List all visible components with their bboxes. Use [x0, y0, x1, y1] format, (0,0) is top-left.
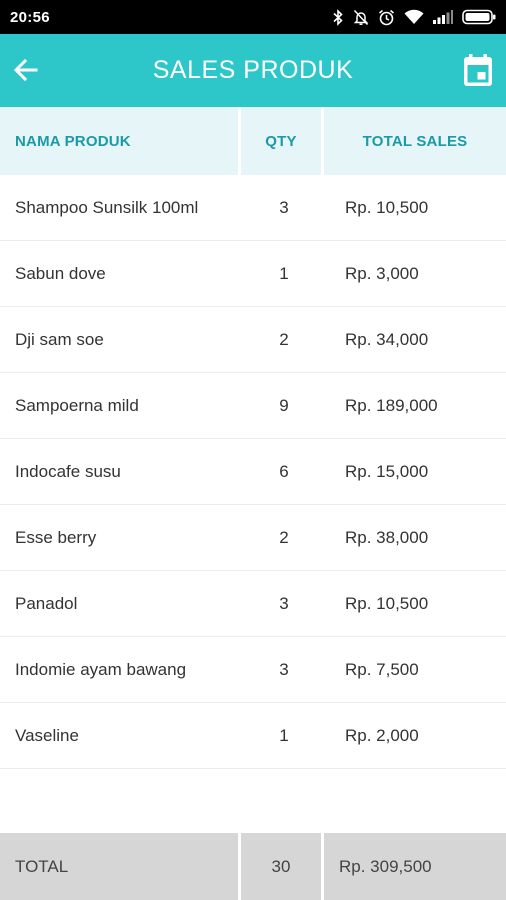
product-total: Rp. 34,000: [345, 329, 429, 349]
product-name: Indomie ayam bawang: [15, 659, 187, 679]
product-qty: 9: [279, 395, 289, 415]
battery-icon: [462, 9, 496, 25]
do-not-disturb-icon: [353, 9, 369, 25]
table-row[interactable]: Indomie ayam bawang 3 Rp. 7,500: [0, 637, 506, 703]
total-label: TOTAL: [0, 833, 238, 900]
product-total: Rp. 10,500: [345, 593, 429, 613]
product-total: Rp. 189,000: [345, 395, 438, 415]
table-row[interactable]: Sampoerna mild 9 Rp. 189,000: [0, 373, 506, 439]
calendar-button[interactable]: [460, 51, 496, 89]
wifi-icon: [404, 9, 424, 24]
product-name: Vaseline: [15, 725, 79, 745]
table-row[interactable]: Panadol 3 Rp. 10,500: [0, 571, 506, 637]
product-total: Rp. 10,500: [345, 197, 429, 217]
product-qty: 2: [279, 329, 289, 349]
status-icons: [332, 8, 496, 26]
column-header-name[interactable]: NAMA PRODUK: [0, 107, 238, 175]
product-name: Dji sam soe: [15, 329, 104, 349]
product-total: Rp. 38,000: [345, 527, 429, 547]
product-qty: 2: [279, 527, 289, 547]
calendar-icon: [464, 54, 492, 86]
product-name: Esse berry: [15, 527, 97, 547]
product-qty: 3: [279, 659, 289, 679]
product-total: Rp. 3,000: [345, 263, 419, 283]
table-footer-total: TOTAL 30 Rp. 309,500: [0, 833, 506, 900]
product-qty: 1: [279, 263, 289, 283]
product-name: Sabun dove: [15, 263, 106, 283]
table-body: Shampoo Sunsilk 100ml 3 Rp. 10,500 Sabun…: [0, 175, 506, 769]
product-name: Indocafe susu: [15, 461, 121, 481]
product-name: Panadol: [15, 593, 78, 613]
bluetooth-icon: [333, 8, 343, 26]
table-row[interactable]: Dji sam soe 2 Rp. 34,000: [0, 307, 506, 373]
status-bar: 20:56: [0, 0, 506, 34]
cell-signal-icon: [433, 10, 453, 24]
product-qty: 3: [279, 197, 289, 217]
product-qty: 1: [279, 725, 289, 745]
product-total: Rp. 2,000: [345, 725, 419, 745]
table-row[interactable]: Shampoo Sunsilk 100ml 3 Rp. 10,500: [0, 175, 506, 241]
product-name: Sampoerna mild: [15, 395, 139, 415]
table-row[interactable]: Esse berry 2 Rp. 38,000: [0, 505, 506, 571]
product-qty: 6: [279, 461, 289, 481]
product-total: Rp. 15,000: [345, 461, 429, 481]
status-time: 20:56: [10, 8, 50, 26]
table-header: NAMA PRODUK QTY TOTAL SALES: [0, 107, 506, 175]
product-total: Rp. 7,500: [345, 659, 419, 679]
table-row[interactable]: Sabun dove 1 Rp. 3,000: [0, 241, 506, 307]
arrow-left-icon: [13, 58, 38, 82]
back-button[interactable]: [10, 54, 42, 86]
product-qty: 3: [279, 593, 289, 613]
alarm-icon: [378, 9, 395, 25]
table-row[interactable]: Indocafe susu 6 Rp. 15,000: [0, 439, 506, 505]
page-title: SALES PRODUK: [152, 56, 354, 84]
column-header-total[interactable]: TOTAL SALES: [324, 107, 506, 175]
app-bar: SALES PRODUK: [0, 34, 506, 107]
table-row[interactable]: Vaseline 1 Rp. 2,000: [0, 703, 506, 769]
total-qty: 30: [241, 833, 321, 900]
total-sales: Rp. 309,500: [324, 833, 506, 900]
product-name: Shampoo Sunsilk 100ml: [15, 197, 199, 217]
column-header-qty[interactable]: QTY: [238, 107, 324, 175]
